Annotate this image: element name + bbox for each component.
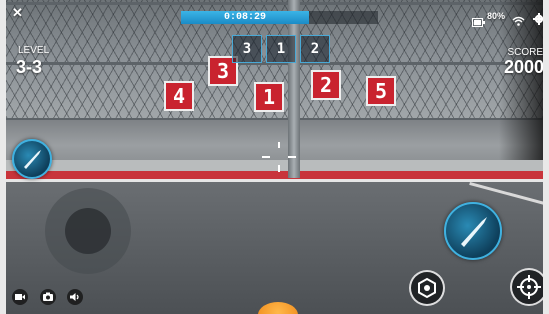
frame-left-edge [0,0,6,314]
score-value: 2000 [503,57,544,77]
target-2[interactable]: 2 [311,70,341,100]
fence-rail-top [0,2,549,5]
camera-icon[interactable] [40,289,56,305]
frame-right-edge [543,0,549,314]
bullet-fire-icon [461,217,487,247]
game-screen: 4 3 1 2 5 ✕ 0:08:29 3 1 2 LEVEL 3-3 SCOR… [0,0,549,314]
target-5[interactable]: 5 [366,76,396,106]
close-icon[interactable]: ✕ [12,5,23,21]
level-label: LEVEL [18,45,50,56]
video-camera-icon[interactable] [12,289,28,305]
movement-joystick[interactable] [45,188,131,274]
wifi-icon [512,11,525,26]
target-4[interactable]: 4 [164,81,194,111]
left-fire-button[interactable] [12,139,52,179]
battery-icon [472,12,485,27]
sequence-slot-2: 1 [266,35,296,63]
sequence-slot-1: 3 [232,35,262,63]
crosshair-icon [262,142,296,172]
target-1[interactable]: 1 [254,82,284,112]
bullet-fire-icon [24,150,41,169]
timer-bar: 0:08:29 [181,11,378,24]
battery-level: 80% [487,11,506,21]
crosshair-icon [517,275,541,299]
hexagon-target-icon [418,277,436,299]
speaker-icon[interactable] [67,289,83,305]
timer-text: 0:08:29 [223,12,266,23]
joystick-knob[interactable] [65,208,111,254]
court-red-line [0,171,549,179]
grenade-button[interactable] [409,270,445,306]
sequence-slot-3: 2 [300,35,330,63]
right-fire-button[interactable] [444,202,502,260]
level-value: 3-3 [16,57,43,77]
